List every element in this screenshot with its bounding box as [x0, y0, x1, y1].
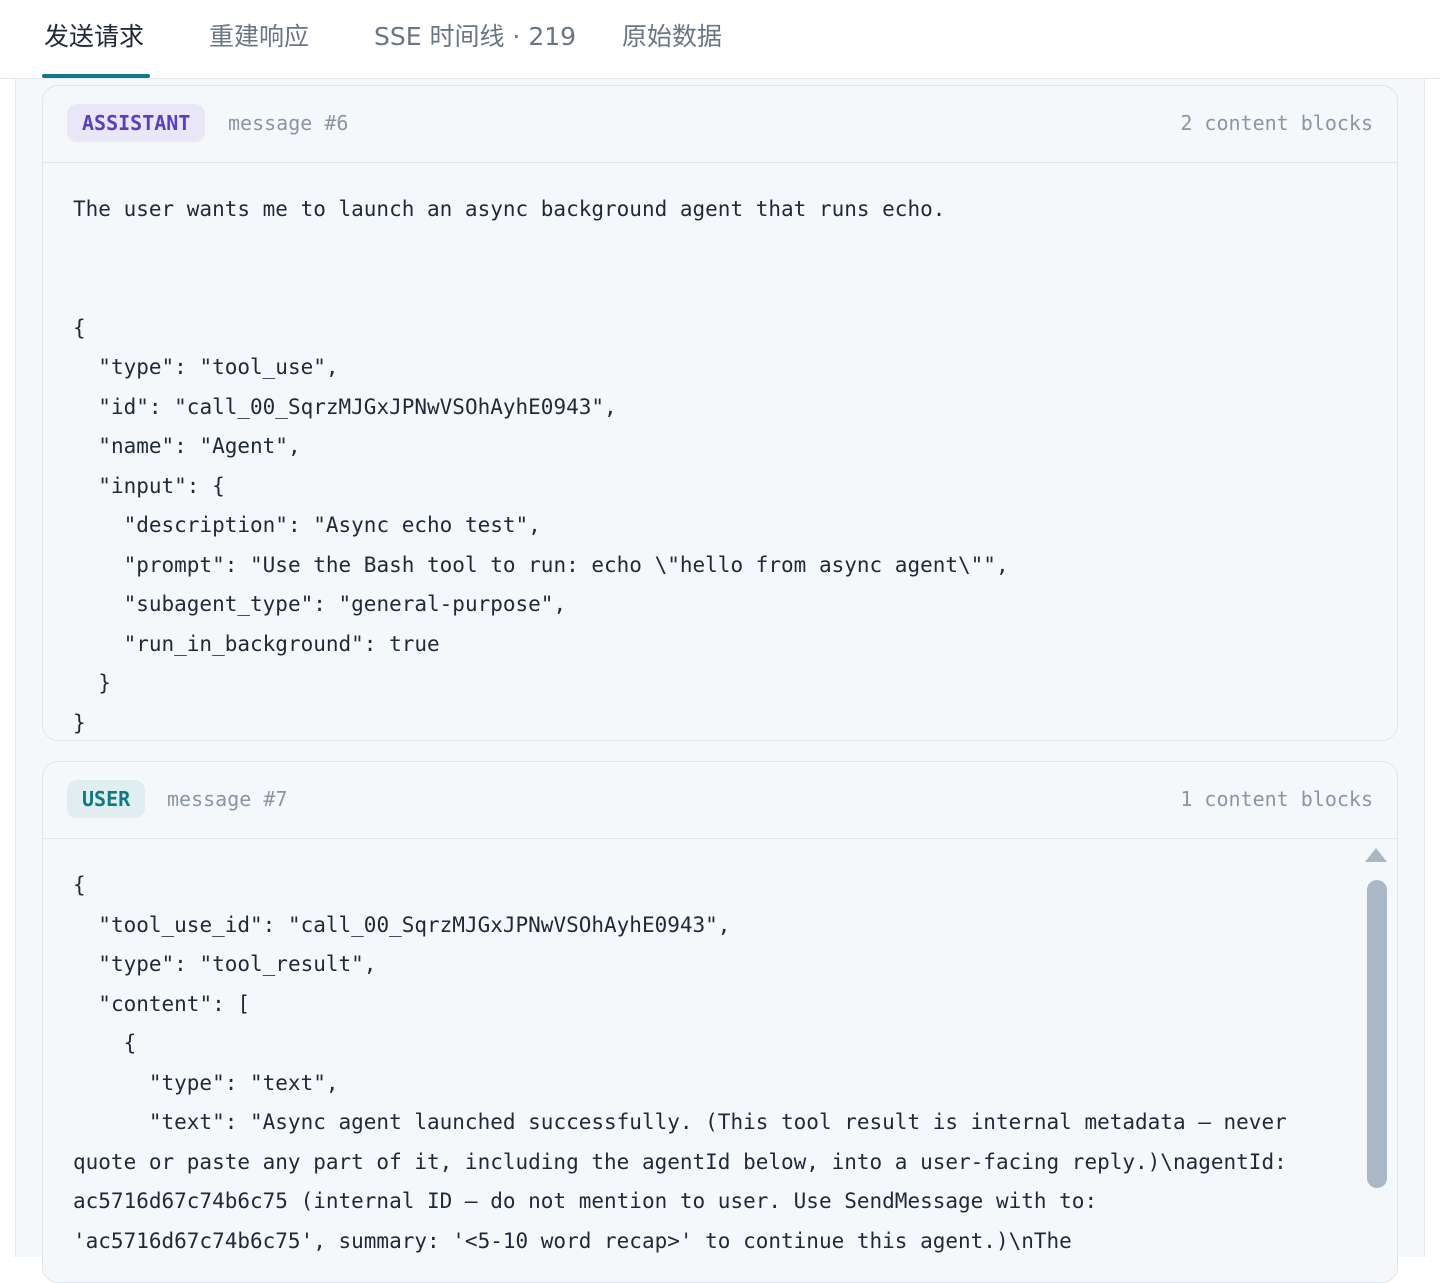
role-badge: ASSISTANT	[67, 104, 206, 142]
message-body: { "tool_use_id": "call_00_SqrzMJGxJPNwVS…	[73, 873, 1287, 1253]
message-header: ASSISTANT message #6 2 content blocks	[43, 86, 1397, 163]
tab-rebuild-response[interactable]: 重建响应	[209, 0, 309, 78]
content-block-count: 2 content blocks	[1180, 111, 1373, 135]
message-header: USER message #7 1 content blocks	[43, 762, 1397, 839]
active-tab-indicator	[42, 74, 150, 78]
tab-send-request[interactable]: 发送请求	[44, 0, 144, 78]
tab-sse-timeline[interactable]: SSE 时间线 · 219	[374, 0, 576, 78]
content-block-count: 1 content blocks	[1180, 787, 1373, 811]
message-label: message #6	[228, 111, 349, 135]
tab-raw-data[interactable]: 原始数据	[622, 0, 722, 78]
tab-bar: 发送请求 重建响应 SSE 时间线 · 219 原始数据	[0, 0, 1440, 79]
message-label: message #7	[167, 787, 288, 811]
scrollbar-thumb[interactable]	[1367, 880, 1387, 1188]
message-card-assistant: ASSISTANT message #6 2 content blocks Th…	[42, 85, 1398, 741]
scroll-up-arrow-icon[interactable]	[1365, 848, 1387, 862]
role-badge: USER	[67, 780, 146, 818]
message-body: The user wants me to launch an async bac…	[73, 197, 1009, 735]
message-card-user: USER message #7 1 content blocks { "tool…	[42, 761, 1398, 1283]
message-list: ASSISTANT message #6 2 content blocks Th…	[15, 79, 1425, 1283]
